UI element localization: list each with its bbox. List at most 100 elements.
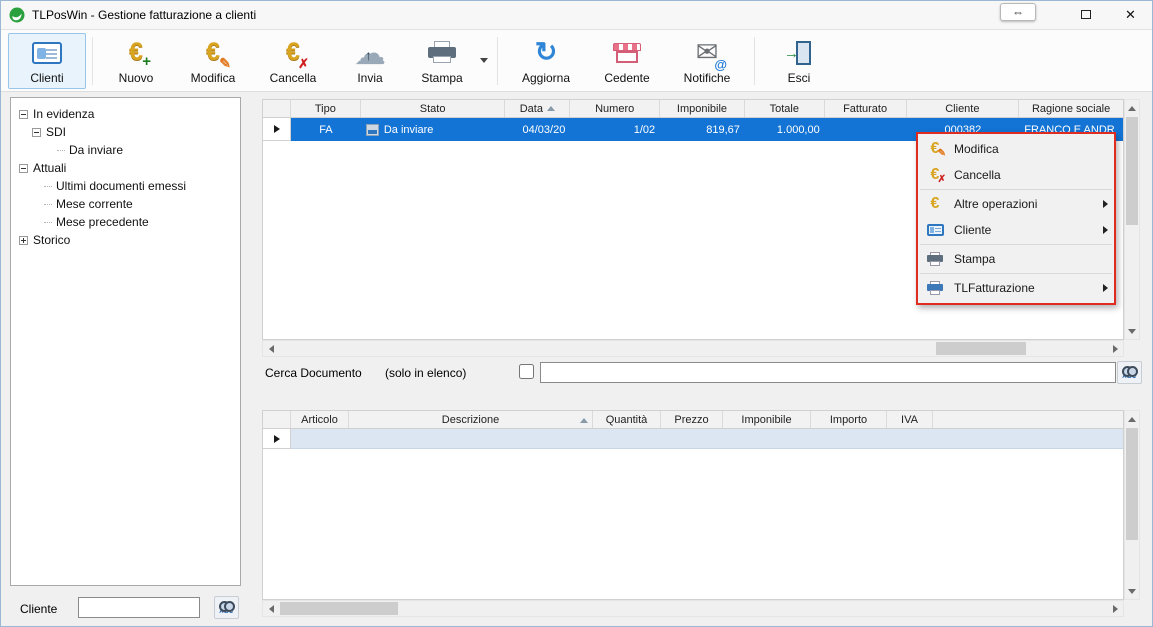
modifica-button[interactable]: €✎ Modifica — [173, 33, 253, 89]
scroll-right-button[interactable] — [1107, 341, 1123, 356]
euro-cross-icon: €✗ — [275, 37, 311, 69]
scroll-right-icon — [1113, 345, 1118, 353]
scroll-up-button[interactable] — [1125, 411, 1139, 427]
tree-item-storico[interactable]: Storico — [11, 231, 240, 249]
menu-item-cancella[interactable]: €✗ Cancella — [918, 162, 1114, 188]
nuovo-button[interactable]: €+ Nuovo — [99, 33, 173, 89]
scrollbar-thumb[interactable] — [280, 602, 398, 615]
invia-button[interactable]: ☁↑ Invia — [333, 33, 407, 89]
scroll-left-button[interactable] — [263, 601, 279, 616]
scroll-right-button[interactable] — [1107, 601, 1123, 616]
resize-hint-button[interactable]: ⇔ — [1000, 3, 1036, 21]
col-header-tipo[interactable]: Tipo — [291, 100, 361, 117]
col-header-descrizione[interactable]: Descrizione — [349, 411, 593, 428]
col-header-quantita[interactable]: Quantità — [593, 411, 661, 428]
menu-item-cliente[interactable]: Cliente — [918, 217, 1114, 243]
tree-item-mese-corrente[interactable]: Mese corrente — [11, 195, 240, 213]
tree-item-in-evidenza[interactable]: In evidenza — [11, 105, 240, 123]
col-header-numero[interactable]: Numero — [570, 100, 660, 117]
row-selector-cell[interactable] — [263, 429, 291, 449]
scrollbar-thumb[interactable] — [936, 342, 1026, 355]
expand-icon[interactable] — [19, 236, 28, 245]
menu-separator — [920, 189, 1112, 190]
col-header-cliente[interactable]: Cliente — [907, 100, 1020, 117]
scroll-left-icon — [269, 605, 274, 613]
items-horizontal-scrollbar[interactable] — [262, 600, 1124, 617]
close-button[interactable]: ✕ — [1108, 0, 1153, 29]
tree-connector — [57, 150, 65, 151]
cell-data: 04/03/20 — [505, 118, 570, 141]
cliente-find-button[interactable]: ABC — [214, 596, 239, 619]
items-grid-header: Articolo Descrizione Quantità Prezzo Imp… — [262, 410, 1124, 429]
items-empty-row[interactable] — [263, 429, 1123, 449]
items-vertical-scrollbar[interactable] — [1124, 410, 1140, 600]
scroll-left-icon — [269, 345, 274, 353]
scroll-down-button[interactable] — [1125, 323, 1139, 339]
refresh-icon: ↻ — [528, 37, 564, 69]
clienti-button[interactable]: Clienti — [8, 33, 86, 89]
col-header-fatturato[interactable]: Fatturato — [825, 100, 907, 117]
collapse-icon[interactable] — [32, 128, 41, 137]
col-header-articolo[interactable]: Articolo — [291, 411, 349, 428]
title-bar: TLPosWin - Gestione fatturazione a clien… — [0, 0, 1153, 30]
col-header-imponibile[interactable]: Imponibile — [723, 411, 811, 428]
col-header-totale[interactable]: Totale — [745, 100, 825, 117]
scrollbar-thumb[interactable] — [1126, 428, 1138, 540]
app-logo-icon — [9, 7, 25, 23]
col-header-importo[interactable]: Importo — [811, 411, 887, 428]
row-indicator-icon — [274, 435, 280, 443]
menu-separator — [920, 244, 1112, 245]
scroll-down-button[interactable] — [1125, 583, 1139, 599]
aggiorna-button[interactable]: ↻ Aggiorna — [504, 33, 588, 89]
menu-item-tlfatturazione[interactable]: TLFatturazione — [918, 275, 1114, 301]
cliente-filter-label: Cliente — [20, 602, 57, 616]
col-header-prezzo[interactable]: Prezzo — [661, 411, 723, 428]
documents-grid-header: Tipo Stato Data Numero Imponibile Totale… — [262, 99, 1124, 118]
scroll-right-icon — [1113, 605, 1118, 613]
sort-ascending-icon — [547, 106, 555, 111]
scroll-up-button[interactable] — [1125, 100, 1139, 116]
scroll-left-button[interactable] — [263, 341, 279, 356]
col-header-ragione-sociale[interactable]: Ragione sociale — [1019, 100, 1123, 117]
col-header-stato[interactable]: Stato — [361, 100, 506, 117]
cliente-filter-input[interactable] — [78, 597, 200, 618]
row-selector-header — [263, 100, 291, 117]
tree-item-sdi[interactable]: SDI — [11, 123, 240, 141]
tree-item-da-inviare[interactable]: Da inviare — [11, 141, 240, 159]
tree-item-ultimi-documenti-emessi[interactable]: Ultimi documenti emessi — [11, 177, 240, 195]
row-selector-cell[interactable] — [263, 118, 291, 141]
notifiche-button[interactable]: ✉@ Notifiche — [666, 33, 748, 89]
window-title: TLPosWin - Gestione fatturazione a clien… — [32, 8, 256, 22]
documents-vertical-scrollbar[interactable] — [1124, 99, 1140, 340]
submenu-arrow-icon — [1103, 284, 1108, 292]
menu-item-modifica[interactable]: €✎ Modifica — [918, 136, 1114, 162]
cancella-button[interactable]: €✗ Cancella — [253, 33, 333, 89]
printer-icon — [926, 251, 944, 267]
scroll-up-icon — [1128, 417, 1136, 422]
col-header-imponibile[interactable]: Imponibile — [660, 100, 745, 117]
menu-item-stampa[interactable]: Stampa — [918, 246, 1114, 272]
search-in-list-checkbox[interactable] — [519, 364, 534, 379]
tree-item-attuali[interactable]: Attuali — [11, 159, 240, 177]
stampa-dropdown-button[interactable] — [477, 33, 491, 89]
maximize-icon — [1081, 10, 1091, 19]
stampa-button[interactable]: Stampa — [407, 33, 477, 89]
col-header-filler — [933, 411, 1123, 428]
menu-item-altre-operazioni[interactable]: € Altre operazioni — [918, 191, 1114, 217]
envelope-at-icon: ✉@ — [689, 37, 725, 69]
documents-horizontal-scrollbar[interactable] — [262, 340, 1124, 357]
col-header-iva[interactable]: IVA — [887, 411, 933, 428]
cell-fatturato — [825, 118, 907, 141]
scrollbar-thumb[interactable] — [1126, 117, 1138, 225]
tree-item-mese-precedente[interactable]: Mese precedente — [11, 213, 240, 231]
row-selector-header — [263, 411, 291, 428]
search-input[interactable] — [540, 362, 1116, 383]
esci-button[interactable]: → Esci — [761, 33, 837, 89]
col-header-data[interactable]: Data — [505, 100, 570, 117]
cedente-button[interactable]: Cedente — [588, 33, 666, 89]
collapse-icon[interactable] — [19, 110, 28, 119]
maximize-button[interactable] — [1063, 0, 1108, 29]
scroll-down-icon — [1128, 589, 1136, 594]
collapse-icon[interactable] — [19, 164, 28, 173]
search-find-button[interactable]: ABC — [1117, 361, 1142, 384]
